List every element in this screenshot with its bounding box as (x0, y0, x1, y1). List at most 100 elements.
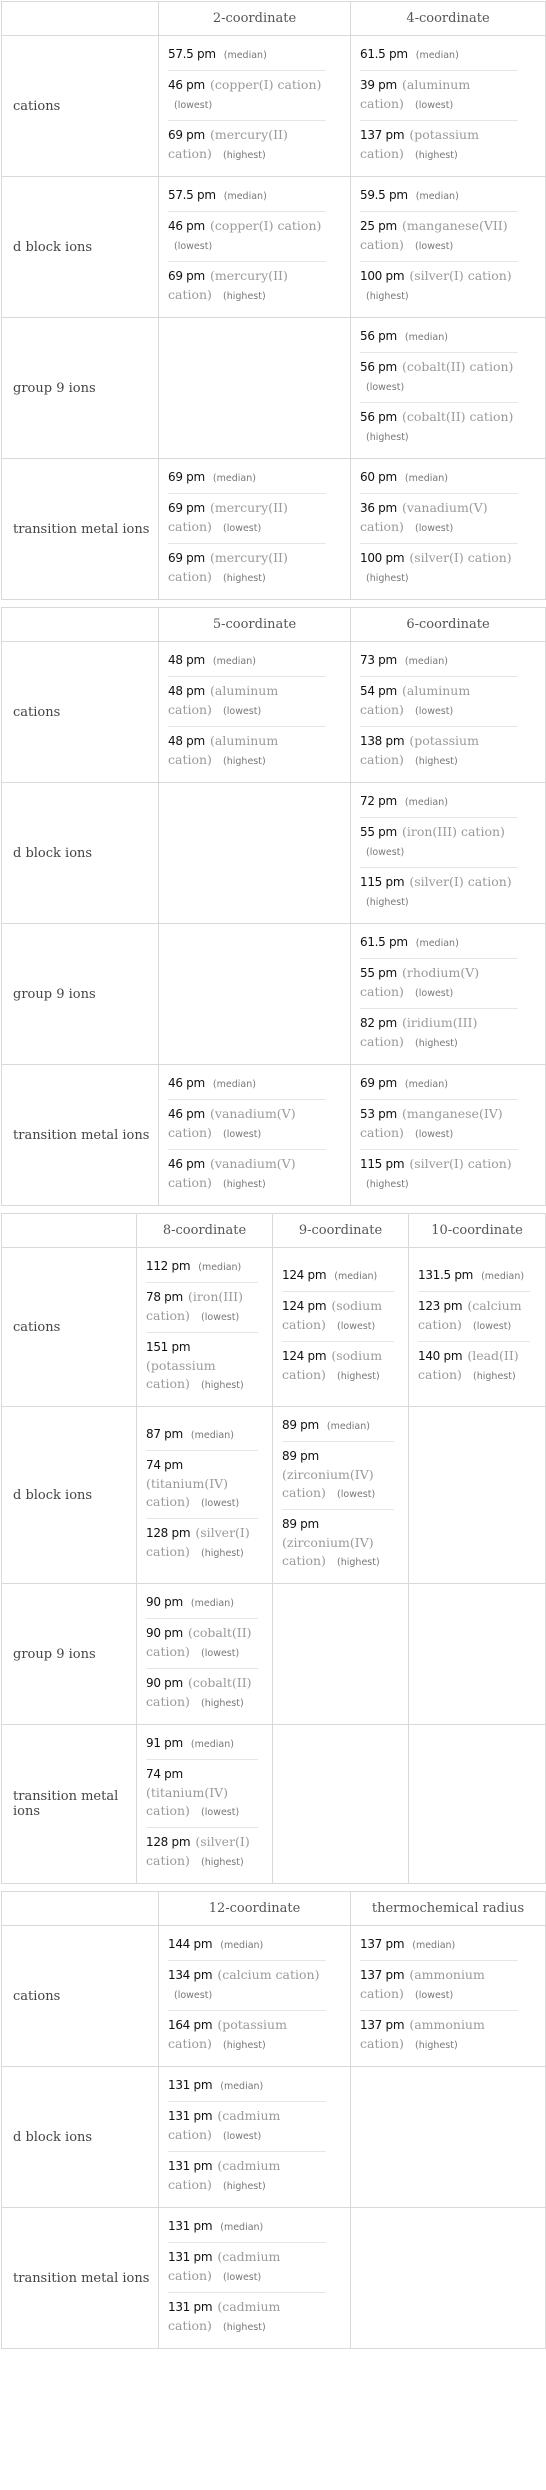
table-row: group 9 ions 56 pm (median) 56 pm (cobalt(I… (1, 317, 546, 459)
highest-tag: (highest) (473, 1371, 516, 1382)
lowest-value: 137 pm (360, 1968, 405, 1982)
lowest-value: 89 pm (282, 1449, 319, 1463)
lowest-tag: (lowest) (415, 1129, 454, 1140)
highest-entry: 48 pm (aluminum cation) (highest) (168, 727, 326, 776)
lowest-ion-name: (calcium cation) (217, 1967, 320, 1982)
highest-tag: (highest) (223, 573, 266, 584)
highest-value: 124 pm (282, 1349, 327, 1363)
lowest-value: 54 pm (360, 684, 397, 698)
table-row: transition metal ions 91 pm (median) 74 pm … (1, 1724, 546, 1884)
value-cell: 131.5 pm (median) 123 pm (calcium cation) … (408, 1247, 546, 1407)
highest-ion-name: (silver(I) cation) (409, 268, 512, 283)
empty-cell (158, 317, 351, 459)
median-tag: (median) (404, 1079, 448, 1090)
highest-value: 100 pm (360, 269, 405, 283)
header-row: 5-coordinate 6-coordinate (1, 607, 546, 642)
median-tag: (median) (404, 797, 448, 808)
median-entry: 137 pm (median) (360, 1930, 518, 1961)
median-tag: (median) (415, 938, 459, 949)
median-value: 131 pm (168, 2078, 213, 2092)
row-label: transition metal ions (1, 2207, 159, 2349)
row-label: transition metal ions (1, 1724, 137, 1884)
median-entry: 56 pm (median) (360, 322, 518, 353)
lowest-entry: 74 pm (titanium(IV) cation) (lowest) (146, 1451, 258, 1519)
table-row: d block ions 87 pm (median) 74 pm (titanium… (1, 1406, 546, 1584)
empty-cell (408, 1406, 546, 1584)
column-header: 8-coordinate (136, 1213, 273, 1248)
lowest-ion-name: (copper(I) cation) (210, 218, 322, 233)
median-tag: (median) (190, 1430, 234, 1441)
median-value: 137 pm (360, 1937, 405, 1951)
value-cell: 73 pm (median) 54 pm (aluminum cation) (lo… (350, 641, 546, 783)
lowest-value: 131 pm (168, 2109, 213, 2123)
highest-tag: (highest) (337, 1557, 380, 1568)
lowest-tag: (lowest) (174, 100, 213, 111)
value-cell: 61.5 pm (median) 39 pm (aluminum cation) (… (350, 35, 546, 177)
lowest-value: 46 pm (168, 1107, 205, 1121)
median-value: 73 pm (360, 653, 397, 667)
lowest-entry: 89 pm (zirconium(IV) cation) (lowest) (282, 1442, 394, 1510)
median-entry: 69 pm (median) (168, 463, 326, 494)
highest-value: 115 pm (360, 1157, 405, 1171)
lowest-tag: (lowest) (473, 1321, 512, 1332)
median-value: 46 pm (168, 1076, 205, 1090)
lowest-entry: 46 pm (copper(I) cation) (lowest) (168, 212, 326, 262)
table-row: cations 112 pm (median) 78 pm (iron(III) ca… (1, 1247, 546, 1407)
lowest-value: 46 pm (168, 78, 205, 92)
lowest-entry: 78 pm (iron(III) cation) (lowest) (146, 1283, 258, 1333)
highest-entry: 100 pm (silver(I) cation) (highest) (360, 262, 518, 311)
empty-cell (158, 782, 351, 924)
value-cell: 56 pm (median) 56 pm (cobalt(II) cation) (… (350, 317, 546, 459)
median-tag: (median) (404, 473, 448, 484)
lowest-tag: (lowest) (366, 847, 405, 858)
highest-entry: 137 pm (potassium cation) (highest) (360, 121, 518, 170)
empty-cell (272, 1724, 409, 1884)
lowest-value: 90 pm (146, 1626, 183, 1640)
highest-tag: (highest) (223, 1179, 266, 1190)
median-value: 61.5 pm (360, 47, 408, 61)
median-entry: 61.5 pm (median) (360, 40, 518, 71)
median-entry: 91 pm (median) (146, 1729, 258, 1760)
median-entry: 87 pm (median) (146, 1420, 258, 1451)
highest-value: 164 pm (168, 2018, 213, 2032)
highest-entry: 69 pm (mercury(II) cation) (highest) (168, 262, 326, 311)
column-header: 4-coordinate (350, 1, 546, 36)
highest-value: 131 pm (168, 2159, 213, 2173)
highest-value: 69 pm (168, 269, 205, 283)
lowest-entry: 54 pm (aluminum cation) (lowest) (360, 677, 518, 727)
highest-tag: (highest) (337, 1371, 380, 1382)
median-entry: 90 pm (median) (146, 1588, 258, 1619)
lowest-entry: 131 pm (cadmium cation) (lowest) (168, 2243, 326, 2293)
row-label: cations (1, 35, 159, 177)
radius-table: 2-coordinate 4-coordinate cations 57.5 pm (m… (1, 1, 546, 600)
lowest-value: 124 pm (282, 1299, 327, 1313)
value-cell: 72 pm (median) 55 pm (iron(III) cation) (l… (350, 782, 546, 924)
lowest-entry: 55 pm (iron(III) cation) (lowest) (360, 818, 518, 868)
highest-tag: (highest) (415, 2040, 458, 2051)
median-value: 144 pm (168, 1937, 213, 1951)
median-tag: (median) (334, 1271, 378, 1282)
ionic-radius-tables: 2-coordinate 4-coordinate cations 57.5 pm (m… (0, 1, 546, 2349)
median-value: 56 pm (360, 329, 397, 343)
median-tag: (median) (212, 1079, 256, 1090)
highest-tag: (highest) (415, 756, 458, 767)
empty-cell (272, 1583, 409, 1725)
lowest-entry: 39 pm (aluminum cation) (lowest) (360, 71, 518, 121)
median-entry: 89 pm (median) (282, 1411, 394, 1442)
median-entry: 69 pm (median) (360, 1069, 518, 1100)
highest-entry: 140 pm (lead(II) cation) (highest) (418, 1342, 530, 1391)
value-cell: 57.5 pm (median) 46 pm (copper(I) cation) … (158, 176, 351, 318)
median-entry: 60 pm (median) (360, 463, 518, 494)
lowest-tag: (lowest) (201, 1807, 240, 1818)
lowest-value: 74 pm (146, 1767, 183, 1781)
lowest-tag: (lowest) (337, 1321, 376, 1332)
row-label: group 9 ions (1, 1583, 137, 1725)
value-cell: 69 pm (median) 53 pm (manganese(IV) cation… (350, 1064, 546, 1206)
highest-value: 69 pm (168, 128, 205, 142)
lowest-tag: (lowest) (201, 1648, 240, 1659)
highest-entry: 164 pm (potassium cation) (highest) (168, 2011, 326, 2060)
table-row: transition metal ions 131 pm (median) 131 p… (1, 2207, 546, 2349)
lowest-entry: 48 pm (aluminum cation) (lowest) (168, 677, 326, 727)
highest-value: 137 pm (360, 128, 405, 142)
median-value: 57.5 pm (168, 188, 216, 202)
